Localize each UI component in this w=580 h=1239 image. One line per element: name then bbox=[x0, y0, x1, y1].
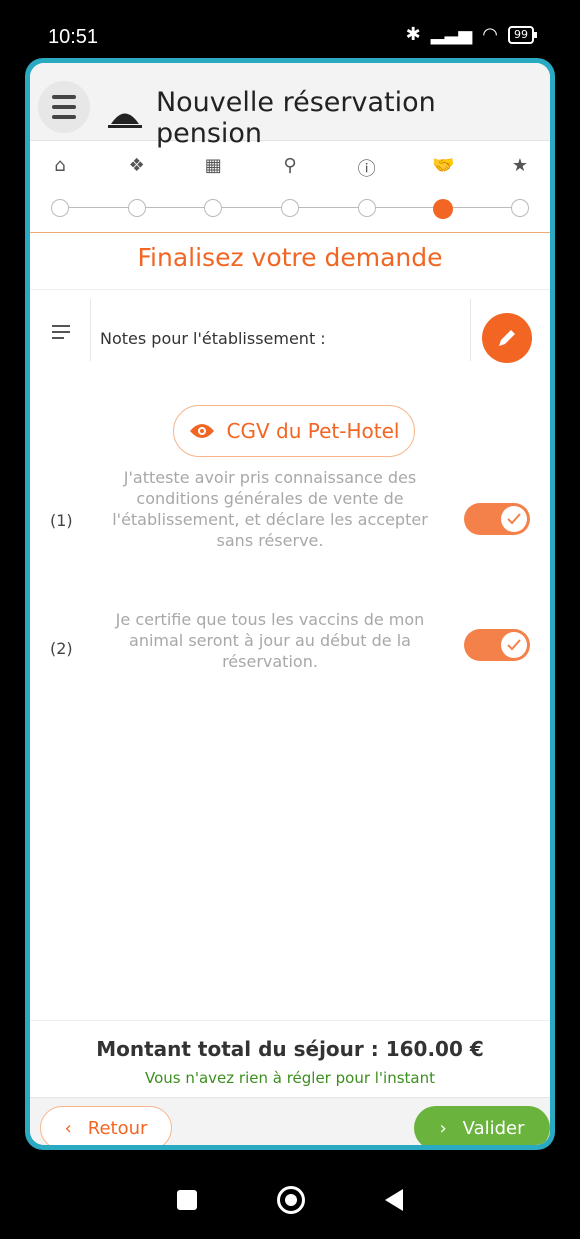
condition-number: (1) bbox=[50, 511, 73, 530]
eye-icon bbox=[189, 424, 214, 438]
status-icons: ✱ ▂▃▅ ◠ 99 bbox=[405, 24, 537, 45]
validate-button[interactable]: › Valider bbox=[414, 1106, 550, 1145]
condition-text: Je certifie que tous les vaccins de mon … bbox=[115, 610, 425, 671]
menu-button[interactable] bbox=[38, 81, 90, 133]
cgv-button[interactable]: CGV du Pet-Hotel bbox=[173, 405, 415, 457]
edit-notes-button[interactable] bbox=[482, 313, 532, 363]
step-paw-icon[interactable]: ❖ bbox=[117, 155, 157, 177]
app-header: Nouvelle réservation pension bbox=[30, 63, 550, 149]
step-dot[interactable] bbox=[127, 199, 146, 217]
system-nav-bar bbox=[0, 1160, 580, 1239]
step-dot-active[interactable] bbox=[433, 199, 454, 219]
condition-toggle-2[interactable] bbox=[464, 629, 530, 661]
app-frame: Nouvelle réservation pension ⌂ ❖ ▦ ⚲ ⓘ 🤝… bbox=[25, 58, 555, 1150]
check-icon bbox=[501, 506, 527, 532]
chevron-right-icon: › bbox=[439, 1117, 447, 1139]
step-handshake-icon[interactable]: 🤝 bbox=[423, 155, 463, 177]
notes-row[interactable]: Notes pour l'établissement : bbox=[30, 289, 550, 365]
back-nav-button[interactable] bbox=[385, 1188, 403, 1211]
condition-toggle-1[interactable] bbox=[464, 503, 530, 535]
back-button-label: Retour bbox=[87, 1117, 148, 1139]
condition-number: (2) bbox=[50, 639, 73, 658]
notes-lines-icon bbox=[52, 325, 70, 343]
status-time: 10:51 bbox=[48, 26, 99, 48]
recents-button[interactable] bbox=[177, 1189, 197, 1210]
status-bar: 10:51 ✱ ▂▃▅ ◠ 99 bbox=[0, 0, 580, 58]
wifi-icon: ◠ bbox=[482, 24, 498, 45]
step-dot[interactable] bbox=[204, 199, 223, 217]
bluetooth-icon: ✱ bbox=[405, 24, 421, 45]
section-title: Finalisez votre demande bbox=[137, 243, 443, 272]
check-icon bbox=[501, 632, 527, 658]
home-button[interactable] bbox=[277, 1185, 305, 1214]
step-house-icon[interactable]: ⌂ bbox=[40, 155, 80, 177]
app-screen: Nouvelle réservation pension ⌂ ❖ ▦ ⚲ ⓘ 🤝… bbox=[30, 63, 550, 1145]
step-dot[interactable] bbox=[51, 199, 69, 217]
cloche-icon bbox=[108, 113, 142, 128]
page-title-wrap: Nouvelle réservation pension bbox=[108, 87, 550, 149]
pencil-icon bbox=[499, 330, 515, 346]
step-info-icon[interactable]: ⓘ bbox=[347, 155, 387, 180]
cgv-button-label: CGV du Pet-Hotel bbox=[226, 419, 400, 443]
notes-label: Notes pour l'établissement : bbox=[100, 329, 326, 348]
condition-text: J'atteste avoir pris connaissance des co… bbox=[112, 468, 428, 550]
total-amount: Montant total du séjour : 160.00 € bbox=[96, 1037, 484, 1061]
battery-icon: 99 bbox=[508, 25, 537, 44]
chevron-left-icon: ‹ bbox=[64, 1117, 72, 1139]
back-button[interactable]: ‹ Retour bbox=[40, 1106, 172, 1145]
signal-icon: ▂▃▅ bbox=[430, 24, 473, 45]
footer-bar: ‹ Retour › Valider bbox=[30, 1097, 550, 1145]
page-title: Nouvelle réservation pension bbox=[155, 87, 436, 149]
step-dot[interactable] bbox=[510, 199, 529, 217]
step-dot[interactable] bbox=[357, 199, 376, 217]
step-calendar-icon[interactable]: ▦ bbox=[193, 155, 233, 177]
validate-button-label: Valider bbox=[462, 1117, 525, 1139]
step-star-icon[interactable]: ★ bbox=[500, 155, 540, 177]
step-search-icon[interactable]: ⚲ bbox=[270, 155, 310, 177]
step-indicator: ⌂ ❖ ▦ ⚲ ⓘ 🤝 ★ bbox=[30, 141, 550, 233]
payment-note: Vous n'avez rien à régler pour l'instant bbox=[144, 1069, 436, 1087]
step-dot[interactable] bbox=[280, 199, 299, 217]
